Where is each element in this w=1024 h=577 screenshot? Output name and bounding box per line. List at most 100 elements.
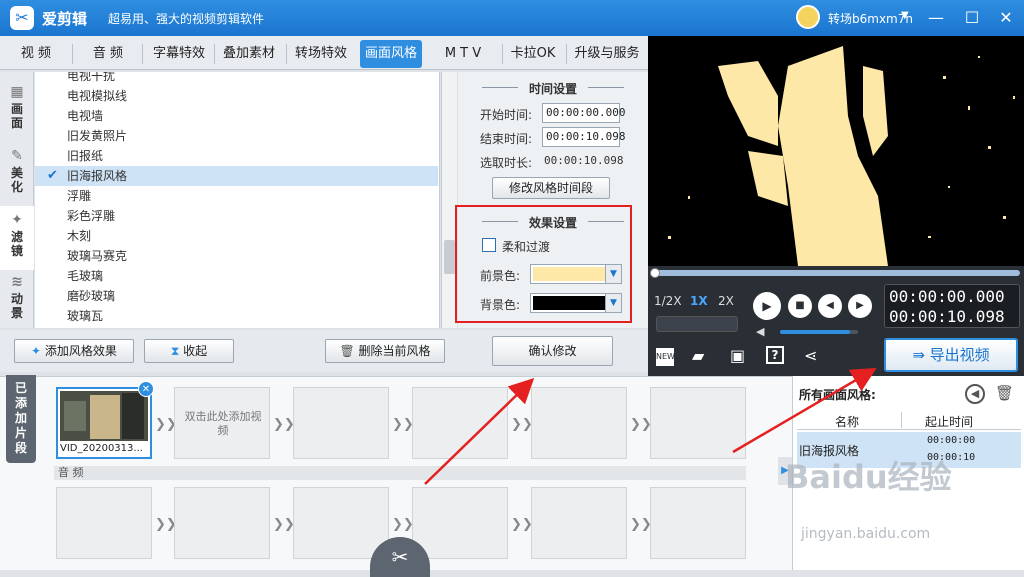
time-display: 00:00:00.000 00:00:10.098 (884, 284, 1020, 328)
total-time: 00:00:10.098 (889, 307, 1005, 326)
empty-video-slot[interactable] (412, 387, 508, 459)
tab-video[interactable]: 视 频 (6, 40, 66, 68)
video-clip-thumbnail[interactable]: VID_20200313... (56, 387, 152, 459)
list-item[interactable]: 旧报纸 (35, 146, 438, 166)
sidebar-item-filter[interactable]: ✦ 滤镜 (0, 206, 34, 270)
list-item[interactable]: 毛玻璃 (35, 266, 438, 286)
tab-mtv[interactable]: M T V (430, 40, 496, 68)
tab-subtitle-effects[interactable]: 字幕特效 (146, 40, 212, 68)
empty-video-slot[interactable] (531, 387, 627, 459)
tab-picture-style[interactable]: 画面风格 (360, 40, 422, 68)
volume-slider[interactable] (780, 330, 858, 334)
jog-wheel[interactable] (656, 316, 738, 332)
modify-style-time-button[interactable]: 修改风格时间段 (492, 177, 610, 199)
list-item[interactable]: 磨砂玻璃 (35, 286, 438, 306)
share-icon[interactable]: ⋖ (804, 346, 817, 365)
speed-1x-button[interactable]: 1X (690, 294, 708, 308)
save-icon[interactable]: ▣ (730, 346, 745, 365)
list-item[interactable]: 电视墙 (35, 106, 438, 126)
chevron-right-icon: ❯❯ (392, 417, 414, 432)
chevron-right-icon: ❯❯ (511, 417, 533, 432)
volume-fill (780, 330, 851, 334)
sidebar-item-motion[interactable]: ≋ 动景 (0, 268, 34, 332)
tab-audio[interactable]: 音 频 (78, 40, 138, 68)
list-item[interactable]: 玻璃马赛克 (35, 246, 438, 266)
close-button[interactable]: ✕ (994, 6, 1018, 30)
delete-style-button[interactable]: 🗑 删除当前风格 (325, 339, 445, 363)
list-item[interactable]: 彩色浮雕 (35, 206, 438, 226)
applied-styles-title: 所有画面风格: (799, 388, 876, 402)
prev-frame-button[interactable]: ◀ (818, 294, 842, 318)
empty-audio-slot[interactable] (650, 487, 746, 559)
start-time-input[interactable]: 00:00:00.000 (542, 103, 625, 123)
timeline-area: VID_20200313... ✕ ❯❯ 双击此处添加视频 ❯❯ ❯❯ ❯❯ ❯… (0, 376, 792, 577)
new-project-icon[interactable]: NEW (656, 348, 675, 366)
list-item[interactable]: 电视干扰 (35, 72, 438, 86)
added-clips-tab[interactable]: 已添加片段 (6, 375, 36, 463)
add-style-effect-button[interactable]: ✦ 添加风格效果 (14, 339, 134, 363)
col-name-header: 名称 (835, 415, 860, 429)
end-time-input[interactable]: 00:00:10.098 (542, 127, 625, 147)
export-video-button[interactable]: ⇛ 导出视频 (884, 338, 1018, 372)
progress-track[interactable] (652, 270, 1020, 276)
duration-value: 00:00:10.098 (544, 154, 624, 167)
empty-video-slot[interactable] (293, 387, 389, 459)
tab-overlay-material[interactable]: 叠加素材 (216, 40, 282, 68)
speed-half-button[interactable]: 1/2X (654, 294, 682, 308)
check-icon: ✔ (47, 168, 58, 183)
minimize-button[interactable]: — (924, 6, 948, 30)
maximize-button[interactable]: ☐ (960, 6, 984, 30)
list-item[interactable]: 浮雕 (35, 186, 438, 206)
tab-transition-effects[interactable]: 转场特效 (288, 40, 354, 68)
video-preview (648, 36, 1024, 266)
start-time-label: 开始时间: (480, 108, 533, 122)
export-icon: ⇛ (912, 346, 930, 364)
preview-frame-image (668, 46, 1015, 266)
help-icon[interactable]: ? (766, 346, 784, 364)
tab-karaoke[interactable]: 卡拉OK (504, 40, 562, 68)
progress-handle[interactable] (650, 268, 660, 278)
next-frame-button[interactable]: ▶ (848, 294, 872, 318)
empty-video-slot[interactable] (650, 387, 746, 459)
chevron-right-icon: ❯❯ (155, 417, 177, 432)
main-tab-bar: 视 频 音 频 字幕特效 叠加素材 转场特效 画面风格 M T V 卡拉OK 升… (0, 36, 648, 70)
app-slogan: 超易用、强大的视频剪辑软件 (108, 12, 265, 26)
tab-upgrade-service[interactable]: 升级与服务 (568, 40, 646, 68)
speed-2x-button[interactable]: 2X (718, 294, 734, 308)
row-start-time: 00:00:00 (927, 435, 976, 446)
sidebar-item-beautify[interactable]: ✎ 美化 (0, 142, 34, 206)
file-tools-bar: NEW ▰ ▣ ? ⋖ ⇛ 导出视频 (648, 338, 1024, 376)
empty-video-slot[interactable]: 双击此处添加视频 (174, 387, 270, 459)
empty-audio-slot[interactable] (174, 487, 270, 559)
table-header: 名称 起止时间 (797, 410, 1021, 430)
sidebar-item-picture[interactable]: ▦ 画面 (0, 78, 34, 142)
list-item[interactable]: 电视模拟线 (35, 86, 438, 106)
open-folder-icon[interactable]: ▰ (692, 346, 704, 365)
clip-thumbnail-image (60, 391, 148, 441)
trash-icon[interactable]: 🗑 (995, 384, 1014, 402)
empty-audio-slot[interactable] (293, 487, 389, 559)
list-item[interactable]: 旧发黄照片 (35, 126, 438, 146)
user-avatar[interactable] (796, 5, 820, 29)
stop-button[interactable]: ■ (788, 294, 812, 318)
remove-clip-icon[interactable]: ✕ (138, 381, 154, 397)
empty-audio-slot[interactable] (56, 487, 152, 559)
scrollbar-thumb[interactable] (444, 240, 455, 274)
chevron-right-icon: ❯❯ (630, 517, 652, 532)
chevron-right-icon: ❯❯ (630, 417, 652, 432)
list-item[interactable]: 玻璃瓦 (35, 306, 438, 326)
end-time-label: 结束时间: (480, 132, 533, 146)
volume-icon[interactable]: ◀ (756, 325, 764, 338)
user-menu-caret-icon[interactable]: ▼ (901, 10, 909, 21)
back-icon[interactable]: ◀ (965, 384, 985, 404)
confirm-modify-button[interactable]: 确认修改 (492, 336, 613, 366)
play-button[interactable]: ▶ (753, 292, 781, 320)
empty-audio-slot[interactable] (412, 487, 508, 559)
watermark-brand: Baidu经验 (785, 458, 952, 496)
list-item-selected[interactable]: ✔ 旧海报风格 (35, 166, 438, 186)
list-item[interactable]: 木刻 (35, 226, 438, 246)
clip-name: VID_20200313... (60, 443, 143, 454)
collapse-button[interactable]: ⧗ 收起 (144, 339, 234, 363)
list-item-label: 旧海报风格 (67, 169, 128, 183)
empty-audio-slot[interactable] (531, 487, 627, 559)
